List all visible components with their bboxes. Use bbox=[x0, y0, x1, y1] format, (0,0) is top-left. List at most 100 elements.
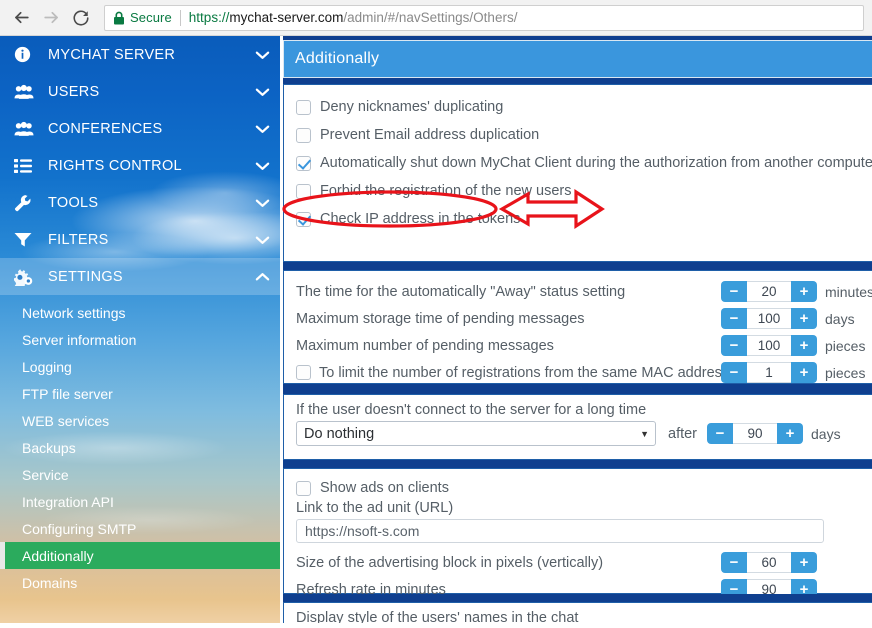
minus-icon[interactable]: − bbox=[721, 552, 747, 573]
chevron-down-icon[interactable] bbox=[244, 50, 280, 60]
sidebar-item-configuring-smtp[interactable]: Configuring SMTP bbox=[0, 515, 280, 542]
inactivity-action-select[interactable]: Do nothing ▼ bbox=[296, 421, 656, 446]
setting-label: Size of the advertising block in pixels … bbox=[296, 554, 604, 571]
arrow-right-icon bbox=[42, 8, 61, 27]
stepper-unit: minutes bbox=[825, 283, 872, 300]
minus-icon[interactable]: − bbox=[707, 423, 734, 444]
minus-icon[interactable]: − bbox=[721, 308, 747, 329]
plus-icon[interactable]: + bbox=[791, 335, 817, 356]
sidebar-item-logging[interactable]: Logging bbox=[0, 353, 280, 380]
sidebar-item-web-services[interactable]: WEB services bbox=[0, 407, 280, 434]
checkbox-label: Deny nicknames' duplicating bbox=[320, 99, 504, 115]
checkbox-row-forbid-registration[interactable]: Forbid the registration of the new users bbox=[296, 179, 872, 203]
sidebar-group-label: MYCHAT SERVER bbox=[48, 46, 176, 63]
url-host: mychat-server.com bbox=[229, 10, 344, 25]
sidebar-group-users[interactable]: USERS bbox=[0, 73, 280, 110]
chevron-up-icon[interactable] bbox=[244, 272, 280, 282]
sidebar-item-domains[interactable]: Domains bbox=[0, 569, 280, 596]
checkbox-auto-shutdown-client[interactable] bbox=[296, 155, 311, 171]
stepper-value[interactable]: 1 bbox=[747, 362, 791, 383]
browser-toolbar: Secure https://mychat-server.com/admin/#… bbox=[0, 0, 872, 36]
checkbox-row-deny-nicknames[interactable]: Deny nicknames' duplicating bbox=[296, 95, 872, 119]
stepper-inactivity-days[interactable]: − 90 + days bbox=[707, 423, 841, 444]
sidebar-item-service[interactable]: Service bbox=[0, 461, 280, 488]
checkbox-panel: Deny nicknames' duplicating Prevent Emai… bbox=[283, 84, 872, 262]
checkbox-prevent-email-duplication[interactable] bbox=[296, 127, 311, 143]
checkbox-row-show-ads[interactable]: Show ads on clients bbox=[296, 477, 872, 499]
stepper-value[interactable]: 100 bbox=[747, 308, 791, 329]
sidebar-item-backups[interactable]: Backups bbox=[0, 434, 280, 461]
sidebar-group-settings[interactable]: SETTINGS bbox=[0, 258, 280, 295]
plus-icon[interactable]: + bbox=[791, 362, 817, 383]
sidebar-item-server-information[interactable]: Server information bbox=[0, 326, 280, 353]
checkbox-label: Forbid the registration of the new users bbox=[320, 183, 572, 199]
sidebar-group-rights-control[interactable]: RIGHTS CONTROL bbox=[0, 147, 280, 184]
sidebar-group-label: USERS bbox=[48, 83, 100, 100]
chevron-down-icon[interactable] bbox=[244, 124, 280, 134]
stepper-unit: days bbox=[825, 310, 855, 327]
lock-icon bbox=[113, 11, 125, 25]
checkbox-row-check-ip-in-tokens[interactable]: Check IP address in the tokens bbox=[296, 207, 872, 231]
reload-button[interactable] bbox=[66, 3, 96, 33]
setting-row-max-storage-time: Maximum storage time of pending messages… bbox=[296, 306, 872, 331]
secure-label: Secure bbox=[130, 10, 172, 25]
checkbox-label: Check IP address in the tokens bbox=[320, 211, 521, 227]
stepper-max-pending-messages[interactable]: − 100 + pieces bbox=[721, 335, 865, 356]
checkbox-row-auto-shutdown-client[interactable]: Automatically shut down MyChat Client du… bbox=[296, 151, 872, 175]
sidebar-item-ftp-file-server[interactable]: FTP file server bbox=[0, 380, 280, 407]
chevron-down-icon[interactable] bbox=[244, 87, 280, 97]
setting-row-limit-mac-registrations: To limit the number of registrations fro… bbox=[296, 360, 872, 385]
checkbox-limit-mac-registrations[interactable] bbox=[296, 365, 311, 380]
checkbox-deny-nicknames[interactable] bbox=[296, 99, 311, 115]
panel-divider bbox=[283, 460, 872, 468]
sidebar-item-label: Backups bbox=[22, 439, 76, 456]
stepper-unit: pieces bbox=[825, 337, 866, 354]
setting-row-max-pending-messages: Maximum number of pending messages − 100… bbox=[296, 333, 872, 358]
chevron-down-icon[interactable] bbox=[244, 161, 280, 171]
sidebar-item-additionally[interactable]: Additionally bbox=[0, 542, 280, 569]
sidebar-item-network-settings[interactable]: Network settings bbox=[0, 299, 280, 326]
checkbox-forbid-registration[interactable] bbox=[296, 183, 311, 199]
stepper-ad-block-size[interactable]: − 60 + bbox=[721, 552, 817, 573]
sidebar-group-tools[interactable]: TOOLS bbox=[0, 184, 280, 221]
plus-icon[interactable]: + bbox=[777, 423, 804, 444]
sidebar-group-conferences[interactable]: CONFERENCES bbox=[0, 110, 280, 147]
forward-button[interactable] bbox=[36, 3, 66, 33]
checkbox-show-ads[interactable] bbox=[296, 480, 311, 496]
stepper-value[interactable]: 20 bbox=[747, 281, 791, 302]
checkbox-label: Automatically shut down MyChat Client du… bbox=[320, 155, 872, 171]
after-label: after bbox=[668, 425, 698, 442]
plus-icon[interactable]: + bbox=[791, 281, 817, 302]
address-bar[interactable]: Secure https://mychat-server.com/admin/#… bbox=[104, 4, 864, 31]
inactivity-panel: If the user doesn't connect to the serve… bbox=[283, 394, 872, 460]
sidebar-group-label: TOOLS bbox=[48, 194, 99, 211]
stepper-unit: days bbox=[811, 425, 841, 442]
checkbox-row-prevent-email-duplication[interactable]: Prevent Email address duplication bbox=[296, 123, 872, 147]
plus-icon[interactable]: + bbox=[791, 552, 817, 573]
stepper-away-time[interactable]: − 20 + minutes bbox=[721, 281, 872, 302]
chevron-down-icon[interactable] bbox=[244, 235, 280, 245]
main-content: Additionally Deny nicknames' duplicating… bbox=[280, 36, 872, 623]
sidebar-item-integration-api[interactable]: Integration API bbox=[0, 488, 280, 515]
minus-icon[interactable]: − bbox=[721, 335, 747, 356]
sidebar-group-mychat-server[interactable]: MYCHAT SERVER bbox=[0, 36, 280, 73]
stepper-max-storage-time[interactable]: − 100 + days bbox=[721, 308, 855, 329]
users-icon bbox=[14, 84, 40, 100]
sidebar-item-label: Integration API bbox=[22, 493, 114, 510]
stepper-value[interactable]: 60 bbox=[747, 552, 791, 573]
sidebar-group-filters[interactable]: FILTERS bbox=[0, 221, 280, 258]
page-title: Additionally bbox=[295, 50, 380, 67]
minus-icon[interactable]: − bbox=[721, 362, 747, 383]
setting-label: To limit the number of registrations fro… bbox=[319, 364, 730, 381]
chevron-down-icon[interactable] bbox=[244, 198, 280, 208]
checkbox-check-ip-in-tokens[interactable] bbox=[296, 211, 311, 227]
checkbox-label: Show ads on clients bbox=[320, 480, 449, 496]
stepper-value[interactable]: 100 bbox=[747, 335, 791, 356]
minus-icon[interactable]: − bbox=[721, 281, 747, 302]
plus-icon[interactable]: + bbox=[791, 308, 817, 329]
stepper-limit-mac-registrations[interactable]: − 1 + pieces bbox=[721, 362, 865, 383]
stepper-value[interactable]: 90 bbox=[733, 423, 778, 444]
back-button[interactable] bbox=[6, 3, 36, 33]
ad-url-input[interactable]: https://nsoft-s.com bbox=[296, 519, 824, 543]
chevron-down-icon[interactable]: ▼ bbox=[640, 429, 649, 439]
